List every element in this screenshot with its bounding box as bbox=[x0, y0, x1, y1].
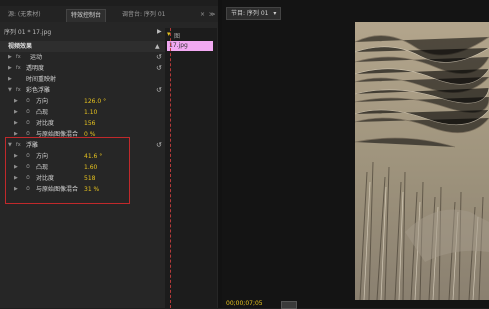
expand-arrow-icon[interactable]: ▶ bbox=[8, 63, 12, 74]
timecode-display[interactable]: 00;00;07;05 bbox=[226, 300, 263, 307]
program-tab-label: 节目: 序列 01 bbox=[231, 10, 269, 17]
expand-arrow-icon[interactable]: ▶ bbox=[14, 107, 18, 118]
effect-opacity-row[interactable]: ▶ fx 透明度 ↺ bbox=[0, 63, 165, 74]
play-icon[interactable]: ▶ bbox=[157, 28, 162, 35]
effect-color-emboss-row[interactable]: ▼ fx 彩色浮雕 ↺ bbox=[0, 85, 165, 96]
property-label: 凸现 bbox=[36, 109, 49, 116]
stopwatch-icon[interactable]: ⏱ bbox=[26, 118, 30, 129]
current-time-line bbox=[170, 28, 172, 308]
property-value[interactable]: 156 bbox=[84, 118, 95, 129]
reset-icon[interactable]: ↺ bbox=[156, 63, 162, 74]
property-value[interactable]: 1.10 bbox=[84, 107, 97, 118]
property-label: 方向 bbox=[36, 98, 49, 105]
fx-icon[interactable]: fx bbox=[16, 52, 21, 63]
property-row[interactable]: ▶ ⏱ 凸现 1.10 bbox=[0, 107, 165, 118]
effect-time-remap-row[interactable]: ▶ 时间重映射 bbox=[0, 74, 165, 85]
property-label: 对比度 bbox=[36, 120, 55, 127]
video-effects-label: 视频效果 bbox=[8, 43, 33, 50]
reset-icon[interactable]: ↺ bbox=[156, 85, 162, 96]
tab-program[interactable]: 节目: 序列 01 ▾ bbox=[226, 7, 282, 20]
panel-tab-bar: 源: (无素材) 特效控制台 调音台: 序列 01 × ≫ bbox=[0, 6, 218, 23]
tab-source[interactable]: 源: (无素材) bbox=[4, 9, 45, 21]
expand-arrow-icon[interactable]: ▶ bbox=[8, 74, 12, 85]
expand-arrow-icon[interactable]: ▶ bbox=[14, 96, 18, 107]
clip-bar[interactable]: 17.jpg bbox=[167, 41, 213, 51]
expand-arrow-icon[interactable]: ▼ bbox=[8, 85, 12, 96]
expand-arrow-icon[interactable]: ▶ bbox=[14, 118, 18, 129]
program-preview-image bbox=[355, 22, 489, 300]
stopwatch-icon[interactable]: ⏱ bbox=[26, 107, 30, 118]
tab-audio-mixer[interactable]: 调音台: 序列 01 bbox=[118, 9, 169, 21]
effect-timeline[interactable] bbox=[165, 28, 217, 308]
property-row[interactable]: ▶ ⏱ 对比度 156 bbox=[0, 118, 165, 129]
reset-icon[interactable]: ↺ bbox=[156, 140, 162, 151]
dropdown-icon[interactable]: ▾ bbox=[273, 10, 276, 17]
effect-label: 运动 bbox=[30, 54, 43, 61]
sequence-clip-label: 序列 01 * 17.jpg bbox=[4, 29, 52, 36]
video-effects-header[interactable]: 视频效果 ▲ bbox=[0, 41, 165, 52]
stopwatch-icon[interactable]: ⏱ bbox=[26, 96, 30, 107]
timeline-label: 图 bbox=[174, 33, 181, 40]
expand-arrow-icon[interactable]: ▶ bbox=[8, 52, 12, 63]
effect-label: 透明度 bbox=[26, 65, 45, 72]
collapse-icon[interactable]: ▲ bbox=[155, 41, 160, 52]
tab-effect-controls[interactable]: 特效控制台 bbox=[66, 9, 107, 22]
effect-motion-row[interactable]: ▶ fx 运动 ↺ bbox=[0, 52, 165, 63]
fx-icon[interactable]: fx bbox=[16, 63, 21, 74]
effect-label: 彩色浮雕 bbox=[26, 87, 51, 94]
reset-icon[interactable]: ↺ bbox=[156, 52, 162, 63]
highlight-box bbox=[5, 137, 130, 204]
property-value[interactable]: 126.0 ° bbox=[84, 96, 106, 107]
fx-icon[interactable]: fx bbox=[16, 85, 21, 96]
effect-label: 时间重映射 bbox=[26, 76, 57, 83]
property-row[interactable]: ▶ ⏱ 方向 126.0 ° bbox=[0, 96, 165, 107]
